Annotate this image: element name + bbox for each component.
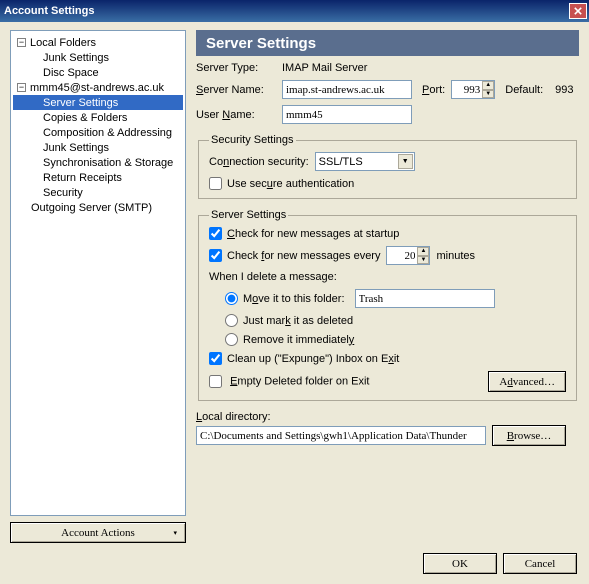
interval-up[interactable]: ▲ — [417, 247, 429, 256]
move-to-radio[interactable] — [225, 292, 238, 305]
tree-item-label: Copies & Folders — [43, 112, 127, 124]
security-settings-group: Security Settings Connection security: S… — [198, 134, 577, 199]
close-icon — [574, 7, 582, 15]
account-tree[interactable]: −Local FoldersJunk SettingsDisc Space−mm… — [10, 30, 186, 516]
tree-item[interactable]: Security — [13, 185, 183, 200]
expunge-label: Clean up ("Expunge") Inbox on Exit — [227, 353, 399, 365]
server-settings-group: Server Settings Check for new messages a… — [198, 209, 577, 401]
local-dir-label: Local directory: — [196, 411, 271, 423]
delete-label: When I delete a message: — [209, 271, 337, 283]
check-every-checkbox[interactable] — [209, 249, 222, 262]
panel-heading: Server Settings — [196, 30, 579, 56]
port-label: Port: — [422, 84, 445, 96]
empty-deleted-checkbox[interactable] — [209, 375, 222, 388]
interval-input[interactable] — [387, 247, 417, 264]
check-every-pre: Check for new messages every — [227, 250, 380, 262]
secure-auth-checkbox[interactable] — [209, 177, 222, 190]
security-legend: Security Settings — [209, 134, 296, 146]
tree-toggle-icon[interactable]: − — [17, 38, 26, 47]
tree-item-label: Disc Space — [43, 67, 99, 79]
browse-button[interactable]: Browse… — [492, 425, 566, 446]
interval-spinner[interactable]: ▲▼ — [386, 246, 430, 265]
remove-imm-radio[interactable] — [225, 333, 238, 346]
conn-security-select[interactable]: SSL/TLS ▼ — [315, 152, 415, 171]
check-every-post: minutes — [436, 250, 475, 262]
just-mark-label: Just mark it as deleted — [243, 315, 353, 327]
tree-item-label: Local Folders — [30, 37, 96, 49]
tree-item-label: Return Receipts — [43, 172, 122, 184]
chevron-down-icon: ▼ — [398, 154, 413, 169]
tree-item[interactable]: Disc Space — [13, 65, 183, 80]
tree-item[interactable]: Composition & Addressing — [13, 125, 183, 140]
tree-item[interactable]: Return Receipts — [13, 170, 183, 185]
account-actions-button[interactable]: Account Actions — [10, 522, 186, 543]
conn-security-label: Connection security: — [209, 156, 309, 168]
titlebar: Account Settings — [0, 0, 589, 22]
expunge-checkbox[interactable] — [209, 352, 222, 365]
move-to-label: Move it to this folder: — [243, 293, 345, 305]
tree-item[interactable]: Outgoing Server (SMTP) — [13, 200, 183, 215]
server-name-input[interactable] — [282, 80, 412, 99]
user-name-input[interactable] — [282, 105, 412, 124]
tree-item[interactable]: Server Settings — [13, 95, 183, 110]
server-type-label: Server Type: — [196, 62, 276, 74]
just-mark-radio[interactable] — [225, 314, 238, 327]
tree-item[interactable]: Copies & Folders — [13, 110, 183, 125]
tree-item-label: Junk Settings — [43, 52, 109, 64]
tree-item[interactable]: −mmm45@st-andrews.ac.uk — [13, 80, 183, 95]
tree-item[interactable]: Junk Settings — [13, 140, 183, 155]
trash-folder-input[interactable] — [355, 289, 495, 308]
tree-item-label: mmm45@st-andrews.ac.uk — [30, 82, 164, 94]
remove-imm-label: Remove it immediately — [243, 334, 354, 346]
default-value: 993 — [555, 84, 573, 96]
default-label: Default: — [505, 84, 543, 96]
close-button[interactable] — [569, 3, 587, 19]
tree-item[interactable]: Synchronisation & Storage — [13, 155, 183, 170]
port-down[interactable]: ▼ — [482, 90, 494, 99]
window-title: Account Settings — [4, 5, 94, 17]
tree-item-label: Server Settings — [43, 97, 118, 109]
conn-security-value: SSL/TLS — [319, 156, 363, 168]
user-name-label: User Name: — [196, 109, 276, 121]
check-startup-label: Check for new messages at startup — [227, 228, 399, 240]
tree-item-label: Junk Settings — [43, 142, 109, 154]
server-type-value: IMAP Mail Server — [282, 62, 367, 74]
port-spinner[interactable]: ▲▼ — [451, 80, 495, 99]
tree-toggle-icon[interactable]: − — [17, 83, 26, 92]
tree-item-label: Outgoing Server (SMTP) — [31, 202, 152, 214]
server-settings-legend: Server Settings — [209, 209, 288, 221]
tree-item-label: Security — [43, 187, 83, 199]
check-startup-checkbox[interactable] — [209, 227, 222, 240]
advanced-button[interactable]: Advanced… — [488, 371, 566, 392]
empty-deleted-label: Empty Deleted folder on Exit — [230, 375, 369, 387]
local-dir-input[interactable] — [196, 426, 486, 445]
port-up[interactable]: ▲ — [482, 81, 494, 90]
port-input[interactable] — [452, 81, 482, 98]
interval-down[interactable]: ▼ — [417, 256, 429, 265]
tree-item[interactable]: −Local Folders — [13, 35, 183, 50]
tree-item-label: Synchronisation & Storage — [43, 157, 173, 169]
tree-item-label: Composition & Addressing — [43, 127, 172, 139]
tree-item[interactable]: Junk Settings — [13, 50, 183, 65]
secure-auth-label: Use secure authentication — [227, 178, 354, 190]
main-panel: Server Settings Server Type: IMAP Mail S… — [186, 30, 579, 516]
server-name-label: Server Name: — [196, 84, 276, 96]
